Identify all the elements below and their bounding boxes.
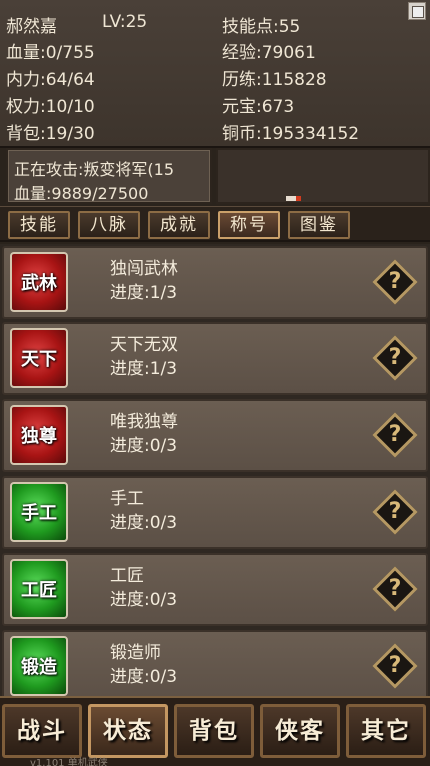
title-name: 唯我独尊 (110, 412, 178, 432)
tab-codex[interactable]: 图鉴 (288, 211, 350, 239)
list-item[interactable]: 工匠 工匠 进度:0/3 ? (2, 553, 428, 626)
power-stat: 权力:10/10 (6, 97, 95, 117)
copper-stat: 铜币:195334152 (222, 124, 360, 144)
title-badge: 独尊 (10, 405, 68, 465)
tab-titles[interactable]: 称号 (218, 211, 280, 239)
yuanbao-stat: 元宝:673 (222, 97, 295, 117)
title-name: 天下无双 (110, 335, 178, 355)
nav-battle-button[interactable]: 战斗 (2, 704, 82, 758)
title-badge: 工匠 (10, 559, 68, 619)
help-icon[interactable]: ? (372, 489, 418, 535)
target-attacking: 正在攻击:叛变将军(15 (14, 160, 174, 179)
help-icon[interactable]: ? (372, 259, 418, 305)
help-icon[interactable]: ? (372, 566, 418, 612)
minimap-panel (216, 148, 430, 204)
title-progress: 进度:0/3 (110, 513, 178, 533)
nav-status-button[interactable]: 状态 (88, 704, 168, 758)
list-item[interactable]: 锻造 锻造师 进度:0/3 ? (2, 630, 428, 696)
mp-stat: 内力:64/64 (6, 70, 95, 90)
titles-list: 武林 独闯武林 进度:1/3 ? 天下 天下无双 进度:1/3 ? 独尊 唯我独… (0, 244, 430, 696)
list-item[interactable]: 武林 独闯武林 进度:1/3 ? (2, 246, 428, 319)
title-progress: 进度:1/3 (110, 283, 178, 303)
minimap-player-marker (296, 196, 301, 201)
title-progress: 进度:0/3 (110, 590, 178, 610)
title-badge: 天下 (10, 328, 68, 388)
title-name: 手工 (110, 489, 144, 509)
nav-heroes-button[interactable]: 侠客 (260, 704, 340, 758)
character-level: LV:25 (102, 12, 148, 32)
tab-bar: 技能 八脉 成就 称号 图鉴 (0, 206, 430, 242)
title-name: 独闯武林 (110, 259, 178, 279)
help-icon[interactable]: ? (372, 643, 418, 689)
title-name: 锻造师 (110, 643, 161, 663)
title-progress: 进度:0/3 (110, 436, 178, 456)
tab-meridians[interactable]: 八脉 (78, 211, 140, 239)
target-panel: 正在攻击:叛变将军(15 血量:9889/27500 (6, 148, 212, 204)
close-icon[interactable] (408, 2, 426, 20)
title-progress: 进度:0/3 (110, 667, 178, 687)
training-stat: 历练:115828 (222, 70, 327, 90)
exp-stat: 经验:79061 (222, 43, 316, 63)
tab-skills[interactable]: 技能 (8, 211, 70, 239)
nav-other-button[interactable]: 其它 (346, 704, 426, 758)
minimap-marker (286, 196, 296, 201)
character-stats-panel: 郝然嘉 LV:25 技能点:55 血量:0/755 经验:79061 内力:64… (0, 0, 430, 148)
list-item[interactable]: 手工 手工 进度:0/3 ? (2, 476, 428, 549)
title-progress: 进度:1/3 (110, 359, 178, 379)
title-name: 工匠 (110, 566, 144, 586)
hp-stat: 血量:0/755 (6, 43, 95, 63)
version-footer: v1.101 单机武侠 (30, 758, 108, 766)
help-icon[interactable]: ? (372, 412, 418, 458)
help-icon[interactable]: ? (372, 335, 418, 381)
character-name: 郝然嘉 (6, 17, 57, 37)
nav-bag-button[interactable]: 背包 (174, 704, 254, 758)
title-badge: 武林 (10, 252, 68, 312)
skill-points: 技能点:55 (222, 17, 301, 37)
tab-achievements[interactable]: 成就 (148, 211, 210, 239)
list-item[interactable]: 天下 天下无双 进度:1/3 ? (2, 322, 428, 395)
title-badge: 锻造 (10, 636, 68, 696)
target-hp: 血量:9889/27500 (14, 184, 149, 203)
bag-stat: 背包:19/30 (6, 124, 95, 144)
title-badge: 手工 (10, 482, 68, 542)
list-item[interactable]: 独尊 唯我独尊 进度:0/3 ? (2, 399, 428, 472)
